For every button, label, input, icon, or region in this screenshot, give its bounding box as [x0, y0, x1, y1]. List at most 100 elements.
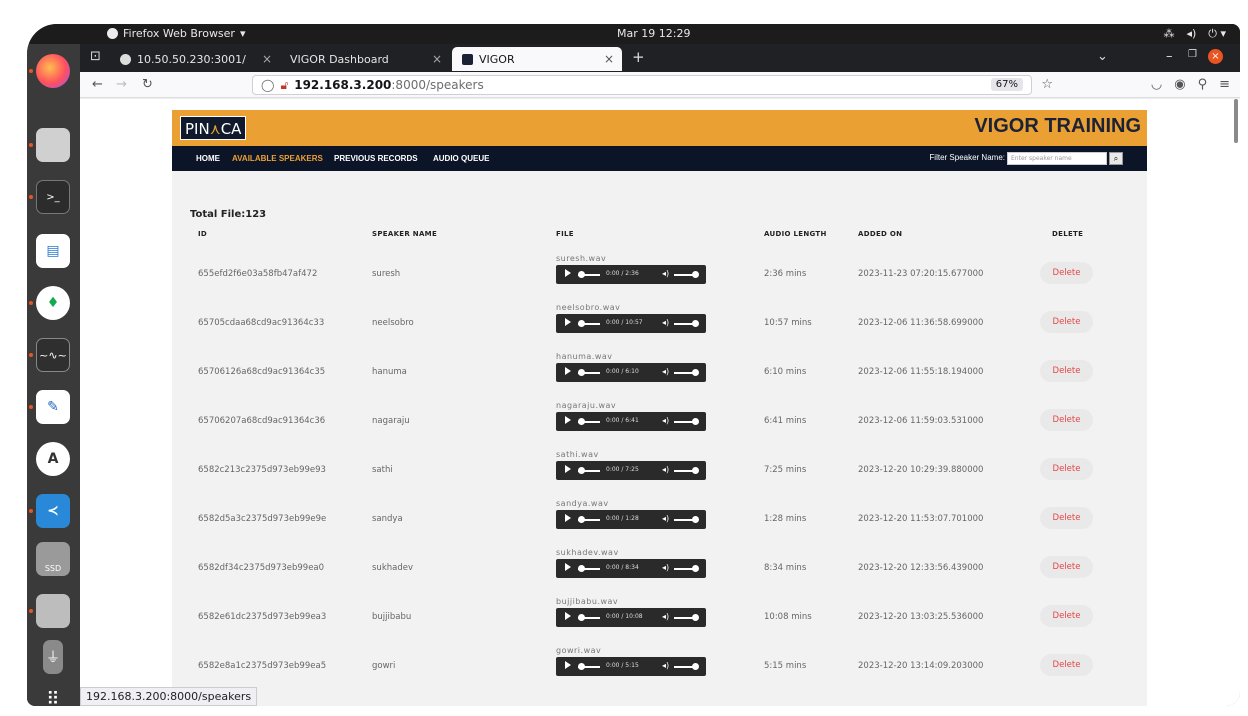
- writer-icon[interactable]: ▤: [36, 234, 70, 268]
- text-editor-icon[interactable]: ✎: [36, 390, 70, 424]
- volume-knob[interactable]: [692, 614, 699, 621]
- seek-knob[interactable]: [578, 418, 585, 425]
- seek-knob[interactable]: [578, 614, 585, 621]
- filter-speaker-input[interactable]: Enter speaker name: [1007, 152, 1107, 165]
- delete-button[interactable]: Delete: [1040, 556, 1093, 578]
- hamburger-menu-icon[interactable]: ≡: [1219, 77, 1230, 92]
- play-icon[interactable]: [565, 661, 571, 669]
- tab-overflow-icon[interactable]: ⌄: [1097, 49, 1108, 64]
- volume-icon[interactable]: ◂): [662, 318, 669, 327]
- close-tab-icon[interactable]: ×: [262, 52, 272, 66]
- pocket-icon[interactable]: ◡: [1151, 77, 1162, 92]
- volume-knob[interactable]: [692, 565, 699, 572]
- play-icon[interactable]: [565, 612, 571, 620]
- files-icon[interactable]: [36, 128, 70, 162]
- audio-player[interactable]: 0:00 / 1:28 ◂): [556, 510, 706, 529]
- new-tab-icon[interactable]: +: [632, 48, 645, 66]
- seek-knob[interactable]: [578, 565, 585, 572]
- delete-button[interactable]: Delete: [1040, 262, 1093, 284]
- play-icon[interactable]: [565, 465, 571, 473]
- forward-icon[interactable]: →: [116, 77, 127, 92]
- back-icon[interactable]: ←: [92, 77, 103, 92]
- zoom-indicator[interactable]: 67%: [990, 78, 1023, 91]
- terminal-icon[interactable]: >_: [36, 180, 70, 214]
- audio-player[interactable]: 0:00 / 6:10 ◂): [556, 363, 706, 382]
- drive-icon[interactable]: [36, 594, 70, 628]
- app-grid-icon[interactable]: ⠿: [36, 682, 70, 707]
- extensions-icon[interactable]: ⚲: [1198, 77, 1208, 92]
- volume-knob[interactable]: [692, 320, 699, 327]
- tab-list-icon[interactable]: ⊡: [90, 49, 101, 64]
- volume-icon[interactable]: ◂): [662, 465, 669, 474]
- play-icon[interactable]: [565, 318, 571, 326]
- tab-vigor-dashboard[interactable]: VIGOR Dashboard ×: [280, 47, 450, 71]
- volume-knob[interactable]: [692, 418, 699, 425]
- volume-icon[interactable]: ◂): [662, 514, 669, 523]
- audio-player[interactable]: 0:00 / 2:36 ◂): [556, 265, 706, 284]
- volume-icon[interactable]: ◂): [662, 367, 669, 376]
- volume-knob[interactable]: [692, 369, 699, 376]
- search-button[interactable]: ⌕: [1109, 152, 1123, 165]
- app-center-icon[interactable]: A: [36, 442, 70, 476]
- audio-player[interactable]: 0:00 / 5:15 ◂): [556, 657, 706, 676]
- close-tab-icon[interactable]: ×: [604, 52, 614, 66]
- delete-button[interactable]: Delete: [1040, 507, 1093, 529]
- page-scrollbar[interactable]: [1234, 99, 1238, 143]
- usb-icon[interactable]: ⏚: [43, 640, 63, 674]
- pinaca-logo[interactable]: PIN⋏CA: [180, 116, 247, 140]
- firefox-icon[interactable]: [36, 54, 70, 88]
- audio-player[interactable]: 0:00 / 6:41 ◂): [556, 412, 706, 431]
- volume-icon[interactable]: ◂): [662, 612, 669, 621]
- system-clock[interactable]: Mar 19 12:29: [617, 27, 690, 40]
- seek-knob[interactable]: [578, 271, 585, 278]
- menu-audio-queue[interactable]: AUDIO QUEUE: [433, 154, 489, 163]
- seek-knob[interactable]: [578, 516, 585, 523]
- volume-knob[interactable]: [692, 663, 699, 670]
- audio-player[interactable]: 0:00 / 10:08 ◂): [556, 608, 706, 627]
- audio-player[interactable]: 0:00 / 10:57 ◂): [556, 314, 706, 333]
- volume-knob[interactable]: [692, 271, 699, 278]
- menu-home[interactable]: HOME: [196, 154, 220, 163]
- volume-icon[interactable]: ◂): [662, 416, 669, 425]
- minimize-icon[interactable]: –: [1166, 49, 1173, 64]
- delete-button[interactable]: Delete: [1040, 458, 1093, 480]
- ssd-icon[interactable]: SSD: [36, 542, 70, 576]
- play-icon[interactable]: [565, 416, 571, 424]
- account-icon[interactable]: ◉: [1174, 77, 1185, 92]
- seek-knob[interactable]: [578, 663, 585, 670]
- seek-knob[interactable]: [578, 320, 585, 327]
- menu-available-speakers[interactable]: AVAILABLE SPEAKERS: [232, 154, 323, 163]
- vscode-icon[interactable]: ≺: [36, 494, 70, 528]
- mongodb-icon[interactable]: ♦: [36, 286, 70, 320]
- active-app-menu[interactable]: Firefox Web Browser ▾: [107, 27, 246, 40]
- maximize-icon[interactable]: ❐: [1188, 49, 1197, 60]
- volume-knob[interactable]: [692, 467, 699, 474]
- address-bar[interactable]: ◯ 🔓︎ 192.168.3.200:8000/speakers 67% ☆: [252, 75, 1053, 95]
- play-icon[interactable]: [565, 563, 571, 571]
- volume-icon[interactable]: ◂): [662, 269, 669, 278]
- reload-icon[interactable]: ↻: [142, 77, 153, 92]
- volume-icon[interactable]: ◂): [662, 563, 669, 572]
- play-icon[interactable]: [565, 367, 571, 375]
- bookmark-star-icon[interactable]: ☆: [1041, 77, 1053, 92]
- volume-knob[interactable]: [692, 516, 699, 523]
- system-monitor-icon[interactable]: ~∿~: [36, 338, 70, 372]
- close-tab-icon[interactable]: ×: [432, 52, 442, 66]
- delete-button[interactable]: Delete: [1040, 605, 1093, 627]
- delete-button[interactable]: Delete: [1040, 360, 1093, 382]
- close-window-icon[interactable]: ×: [1208, 49, 1223, 64]
- delete-button[interactable]: Delete: [1040, 311, 1093, 333]
- menu-previous-records[interactable]: PREVIOUS RECORDS: [334, 154, 418, 163]
- tab-vigor[interactable]: VIGOR ×: [452, 47, 622, 71]
- seek-knob[interactable]: [578, 369, 585, 376]
- delete-button[interactable]: Delete: [1040, 409, 1093, 431]
- play-icon[interactable]: [565, 269, 571, 277]
- audio-player[interactable]: 0:00 / 7:25 ◂): [556, 461, 706, 480]
- tab-dashboard-ip[interactable]: 10.50.50.230:3001/ ×: [110, 47, 280, 71]
- seek-knob[interactable]: [578, 467, 585, 474]
- system-tray[interactable]: ⁂ ◂) ⏻ ▾: [1163, 27, 1226, 41]
- play-icon[interactable]: [565, 514, 571, 522]
- delete-button[interactable]: Delete: [1040, 654, 1093, 676]
- audio-player[interactable]: 0:00 / 8:34 ◂): [556, 559, 706, 578]
- volume-icon[interactable]: ◂): [662, 661, 669, 670]
